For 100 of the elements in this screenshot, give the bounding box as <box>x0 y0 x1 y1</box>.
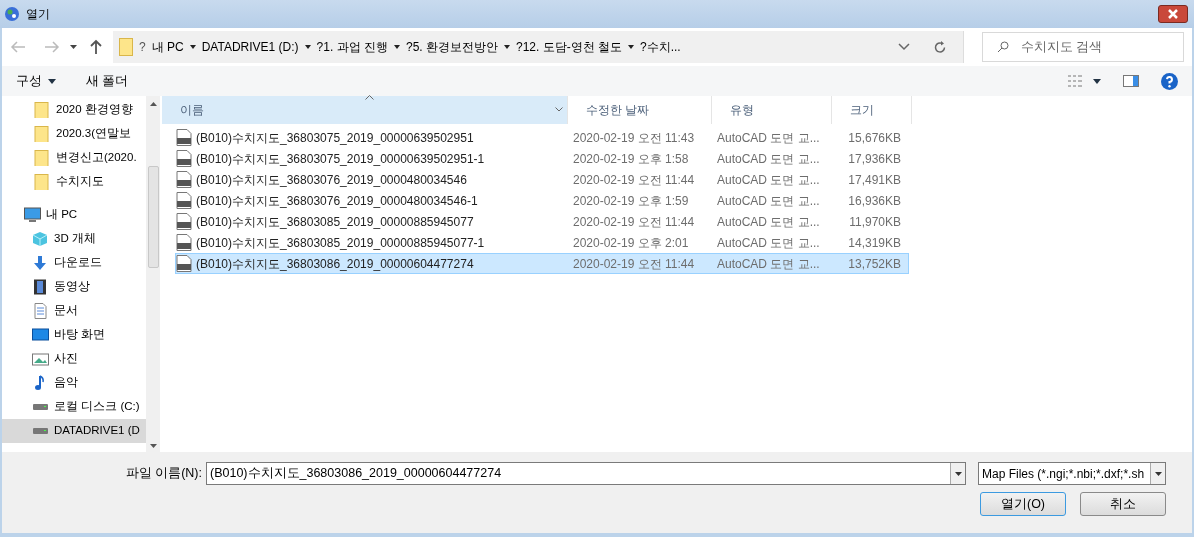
sidebar-item[interactable]: 동영상 <box>2 275 146 299</box>
file-name: (B010)수치지도_36803076_2019_0000480034546 <box>195 171 468 189</box>
drive-icon <box>32 427 49 435</box>
dropdown-caret-icon[interactable] <box>628 45 634 49</box>
cube-icon <box>32 231 49 247</box>
breadcrumb-item[interactable]: ?1. 과업 진행 <box>316 38 388 56</box>
dxf-file-icon <box>176 213 192 230</box>
date-cell-text: 2020-02-19 오후 1:58 <box>573 150 690 168</box>
chevron-down-icon[interactable] <box>555 107 563 112</box>
sidebar-item[interactable]: 문서 <box>2 299 146 323</box>
caret-icon <box>48 78 56 84</box>
cancel-button[interactable]: 취소 <box>1080 492 1166 516</box>
type-cell-text: AutoCAD 도면 교... <box>717 213 821 231</box>
size-cell-text: 17,491KB <box>847 171 901 189</box>
file-name: (B010)수치지도_36803076_2019_0000480034546-1 <box>195 192 479 210</box>
file-name: (B010)수치지도_36803086_2019_00000604477274 <box>195 255 475 273</box>
scroll-up-icon[interactable] <box>149 102 157 106</box>
folder-icon <box>34 102 51 118</box>
dxf-file-icon <box>176 192 192 209</box>
sidebar-item[interactable]: 수치지도 <box>2 170 146 194</box>
column-header[interactable]: 크기 <box>832 96 912 124</box>
sidebar-item[interactable]: 변경신고(2020. <box>2 146 146 170</box>
file-row[interactable]: (B010)수치지도_36803076_2019_0000480034546 2020-02-19 오전 11:44 AutoCAD 도면 교... 17,491KB <box>175 169 909 190</box>
date-cell-text: 2020-02-19 오전 11:43 <box>573 129 696 147</box>
drive-icon <box>32 403 49 411</box>
sidebar-item[interactable]: 로컬 디스크 (C:) <box>2 395 146 419</box>
organize-menu-button[interactable]: 구성 <box>16 71 56 91</box>
size-cell-text: 13,752KB <box>847 255 901 273</box>
type-cell-text: AutoCAD 도면 교... <box>717 192 821 210</box>
size-cell-text: 11,970KB <box>848 213 901 231</box>
filename-combobox[interactable]: (B010)수치지도_36803086_2019_00000604477274 <box>206 462 966 485</box>
dxf-file-icon <box>176 129 192 146</box>
file-type-combobox[interactable]: Map Files (*.ngi;*.nbi;*.dxf;*.sh <box>978 462 1166 485</box>
dropdown-caret-icon[interactable] <box>189 45 196 49</box>
size-cell-text: 14,319KB <box>847 234 901 252</box>
size-cell-text: 17,936KB <box>847 150 901 168</box>
open-button[interactable]: 열기(O) <box>980 492 1066 516</box>
search-field[interactable]: 수치지도 검색 <box>982 32 1184 62</box>
dropdown-caret-icon[interactable] <box>393 45 400 49</box>
app-icon <box>4 6 20 22</box>
sidebar-item[interactable]: DATADRIVE1 (D <box>2 419 146 443</box>
date-cell-text: 2020-02-19 오전 11:44 <box>573 213 696 231</box>
breadcrumb-item[interactable]: ?5. 환경보전방안 <box>405 38 498 56</box>
file-row[interactable]: (B010)수치지도_36803086_2019_00000604477274 2020-02-19 오전 11:44 AutoCAD 도면 교... 13,752KB <box>175 253 909 274</box>
preview-pane-icon[interactable] <box>1123 75 1139 87</box>
picture-icon <box>32 351 49 367</box>
file-row[interactable]: (B010)수치지도_36803085_2019_00000885945077-1 2020-02-19 오후 2:01 AutoCAD 도면 교... 14,319KB <box>175 232 909 253</box>
breadcrumb-item[interactable]: DATADRIVE1 (D:) <box>201 38 299 56</box>
file-row[interactable]: (B010)수치지도_36803075_2019_00000639502951 2020-02-19 오전 11:43 AutoCAD 도면 교... 15,676KB <box>175 127 909 148</box>
file-row[interactable]: (B010)수치지도_36803076_2019_0000480034546-1 2020-02-19 오후 1:59 AutoCAD 도면 교... 16,936KB <box>175 190 909 211</box>
breadcrumb-item[interactable]: ?수치... <box>640 38 681 56</box>
help-icon[interactable] <box>1161 72 1178 90</box>
breadcrumb-item[interactable]: ? <box>139 38 146 56</box>
film-strip-icon <box>32 279 49 295</box>
sidebar-item[interactable]: 3D 개체 <box>2 227 146 251</box>
type-cell-text: AutoCAD 도면 교... <box>717 150 821 168</box>
desktop-icon <box>32 327 49 343</box>
file-name: (B010)수치지도_36803085_2019_00000885945077-1 <box>195 234 486 252</box>
address-bar[interactable]: ? 내 PC DATADRIVE1 (D:) ?1. 과업 진행 ?5. 환경보전방안 ?12. 도담-영천 철도 ?수치... <box>113 31 964 63</box>
new-folder-button[interactable]: 새 폴더 <box>86 71 129 91</box>
computer-icon <box>24 207 41 223</box>
sidebar-item[interactable]: 2020.3(연말보 <box>2 122 146 146</box>
file-row[interactable]: (B010)수치지도_36803085_2019_00000885945077 2020-02-19 오전 11:44 AutoCAD 도면 교... 11,970KB <box>175 211 909 232</box>
folder-icon <box>119 38 133 56</box>
size-cell-text: 16,936KB <box>847 192 901 210</box>
dropdown-caret-icon[interactable] <box>70 45 77 49</box>
sidebar-item[interactable]: 내 PC <box>2 203 146 227</box>
column-header[interactable]: 이름 <box>162 96 568 124</box>
dxf-file-icon <box>176 234 192 251</box>
dropdown-caret-icon[interactable] <box>504 45 510 49</box>
scroll-down-icon[interactable] <box>149 444 157 448</box>
column-header[interactable]: 수정한 날짜 <box>568 96 712 124</box>
sidebar-item[interactable]: 바탕 화면 <box>2 323 146 347</box>
chevron-down-icon[interactable] <box>898 43 910 51</box>
date-cell-text: 2020-02-19 오후 1:59 <box>573 192 690 210</box>
close-icon <box>1167 9 1179 19</box>
folder-icon <box>34 150 51 166</box>
scrollbar-thumb[interactable] <box>147 166 159 268</box>
date-cell-text: 2020-02-19 오전 11:44 <box>573 255 696 273</box>
refresh-icon[interactable] <box>934 40 947 54</box>
up-arrow-icon[interactable] <box>89 39 103 55</box>
sidebar-item[interactable]: 2020 환경영향 <box>2 98 146 122</box>
sort-up-icon <box>365 95 374 100</box>
search-icon <box>997 41 1009 53</box>
dropdown-caret-icon[interactable] <box>304 45 311 49</box>
sidebar-item[interactable]: 다운로드 <box>2 251 146 275</box>
column-header[interactable]: 유형 <box>712 96 832 124</box>
breadcrumb-item[interactable]: ?12. 도담-영천 철도 <box>516 38 622 56</box>
file-name: (B010)수치지도_36803075_2019_00000639502951 <box>195 129 475 147</box>
date-cell-text: 2020-02-19 오후 2:01 <box>573 234 690 252</box>
sidebar-item[interactable]: 사진 <box>2 347 146 371</box>
filename-value: (B010)수치지도_36803086_2019_00000604477274 <box>209 465 503 483</box>
dropdown-caret-icon <box>954 471 962 476</box>
view-dropdown-caret-icon[interactable] <box>1093 78 1101 84</box>
sidebar-item[interactable]: 음악 <box>2 371 146 395</box>
type-cell-text: AutoCAD 도면 교... <box>717 171 821 189</box>
close-button[interactable] <box>1158 5 1188 23</box>
scrollbar[interactable] <box>146 96 160 452</box>
breadcrumb-item[interactable]: 내 PC <box>151 38 184 56</box>
file-row[interactable]: (B010)수치지도_36803075_2019_00000639502951-1 2020-02-19 오후 1:58 AutoCAD 도면 교... 17,936KB <box>175 148 909 169</box>
